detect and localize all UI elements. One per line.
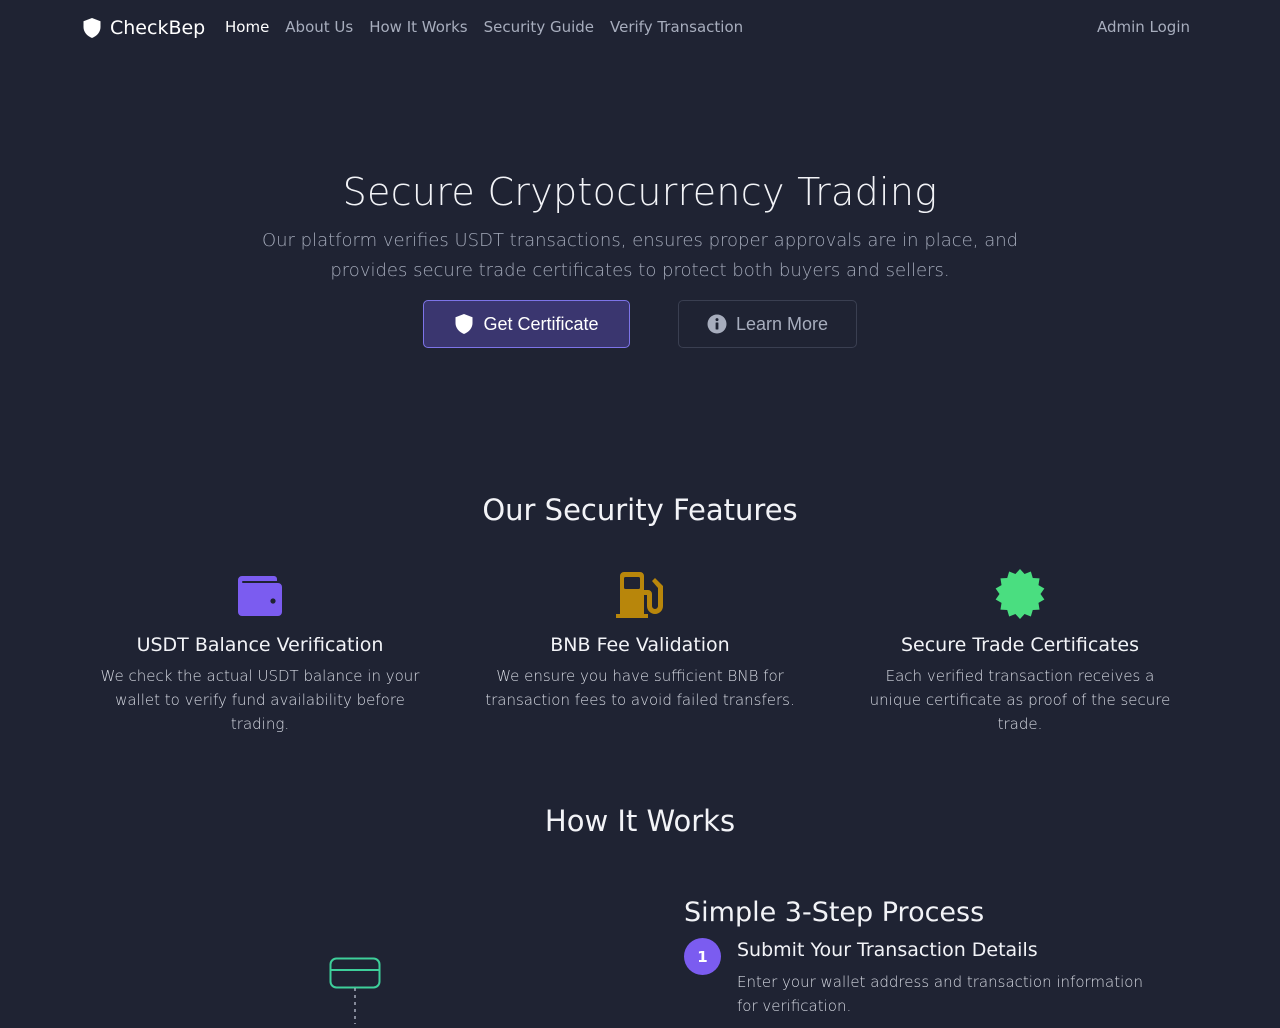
learn-more-button[interactable]: Learn More <box>678 300 857 348</box>
features-title: Our Security Features <box>482 493 798 527</box>
feature-card-certificates: Secure Trade Certificates Each verified … <box>860 568 1180 736</box>
nav-item-about-us[interactable]: About Us <box>285 18 353 36</box>
step-number-badge: 1 <box>684 938 721 975</box>
shield-icon <box>455 314 473 334</box>
top-navbar: CheckBep Home About Us How It Works Secu… <box>0 0 1280 56</box>
feature-title: USDT Balance Verification <box>136 634 384 656</box>
feature-title: Secure Trade Certificates <box>900 634 1139 656</box>
feature-card-usdt: USDT Balance Verification We check the a… <box>100 568 420 736</box>
brand-name: CheckBep <box>110 17 206 39</box>
nav-item-how-it-works[interactable]: How It Works <box>369 18 467 36</box>
hero-title: Secure Cryptocurrency Trading <box>342 170 938 214</box>
get-certificate-button[interactable]: Get Certificate <box>423 300 630 348</box>
admin-login-link[interactable]: Admin Login <box>1097 18 1190 36</box>
nav-links: Home About Us How It Works Security Guid… <box>225 18 743 36</box>
nav-item-verify-transaction[interactable]: Verify Transaction <box>610 18 743 36</box>
step-description: Enter your wallet address and transactio… <box>737 973 1143 1015</box>
wallet-icon <box>238 576 282 616</box>
feature-description: We check the actual USDT balance in your… <box>100 667 420 733</box>
server-stack-icon <box>329 957 381 1024</box>
certificate-badge-icon <box>995 569 1045 619</box>
feature-card-bnb: BNB Fee Validation We ensure you have su… <box>480 568 800 712</box>
feature-title: BNB Fee Validation <box>550 634 730 656</box>
brand-logo-link[interactable]: CheckBep <box>82 16 205 40</box>
learn-more-label: Learn More <box>735 313 829 334</box>
get-certificate-label: Get Certificate <box>483 313 599 334</box>
process-illustration <box>320 950 400 1028</box>
process-title: Simple 3-Step Process <box>684 897 985 928</box>
step-title: Submit Your Transaction Details <box>737 939 1038 961</box>
gas-pump-icon <box>616 572 663 618</box>
nav-item-security-guide[interactable]: Security Guide <box>484 18 594 36</box>
nav-item-home[interactable]: Home <box>225 18 269 36</box>
feature-description: We ensure you have sufficient BNB for tr… <box>485 667 795 709</box>
shield-icon <box>83 18 101 38</box>
feature-description: Each verified transaction receives a uni… <box>869 667 1171 733</box>
hero-subtitle: Our platform verifies USDT transactions,… <box>261 230 1019 281</box>
info-circle-icon <box>707 314 727 334</box>
how-it-works-title: How It Works <box>544 804 736 838</box>
